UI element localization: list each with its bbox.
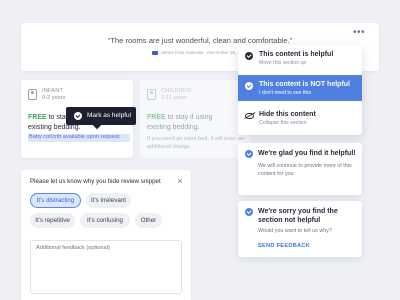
check-circle-icon bbox=[245, 208, 253, 216]
sorry-title: We're sorry you find the section not hel… bbox=[258, 208, 338, 224]
children-policy-text: FREE to stay if using existing bedding. bbox=[147, 114, 213, 131]
chip-repetitive[interactable]: It's repetitive bbox=[30, 213, 75, 228]
chip-distracting[interactable]: It's distracting bbox=[30, 193, 81, 208]
check-circle-icon bbox=[74, 112, 82, 120]
review-quote: “The rooms are just wonderful, clean and… bbox=[107, 36, 293, 45]
chip-irrelevant[interactable]: It's irrelevant bbox=[86, 193, 131, 208]
glad-title: We're glad you find it helpful! bbox=[258, 150, 356, 157]
menu-item-not-helpful[interactable]: This content is NOT helpful I don't need… bbox=[238, 75, 362, 101]
feedback-title: Please let us know why you hide review s… bbox=[30, 178, 161, 185]
send-feedback-button[interactable]: SEND FEEDBACK bbox=[258, 243, 310, 249]
menu-item-helpful[interactable]: This content is helpful Move this sectio… bbox=[238, 45, 362, 71]
infant-title: INFANT bbox=[42, 88, 64, 94]
helpful-confirmation-card: We're glad you find it helpful! We will … bbox=[238, 143, 362, 195]
content-options-menu: This content is helpful Move this sectio… bbox=[238, 45, 362, 135]
eye-slash-icon bbox=[245, 113, 254, 119]
infant-icon bbox=[28, 89, 37, 100]
children-policy-card: CHILDREN 3-11 years FREE to stay if usin… bbox=[140, 80, 250, 158]
child-icon bbox=[147, 89, 156, 100]
more-options-icon[interactable]: ••• bbox=[352, 28, 366, 38]
glad-body: We will continue to provide more of this… bbox=[258, 163, 352, 177]
menu-item-hide[interactable]: Hide this content Collapse this section bbox=[238, 105, 362, 131]
infant-crib-highlight[interactable]: Baby cot/crib available upon request. bbox=[28, 134, 130, 142]
children-age: 3-11 years bbox=[161, 95, 188, 101]
close-icon[interactable]: × bbox=[175, 176, 185, 186]
check-circle-icon bbox=[245, 52, 253, 60]
tooltip-label: Mark as helpful bbox=[87, 112, 132, 119]
not-helpful-confirmation-card: We're sorry you find the section not hel… bbox=[238, 201, 362, 257]
sorry-body: Would you want to tell us why? bbox=[258, 228, 332, 234]
australia-flag-icon bbox=[152, 50, 159, 55]
children-title: CHILDREN bbox=[161, 88, 192, 94]
chip-confusing[interactable]: It's confusing bbox=[80, 213, 130, 228]
infant-age: 0-2 years bbox=[42, 95, 66, 101]
mark-helpful-tooltip[interactable]: Mark as helpful bbox=[66, 107, 136, 125]
hide-feedback-panel: Please let us know why you hide review s… bbox=[21, 170, 191, 300]
children-extra-bed-note: If you need an extra bed, it will incur … bbox=[147, 136, 245, 150]
check-circle-icon bbox=[245, 150, 253, 158]
additional-feedback-input[interactable] bbox=[30, 240, 182, 294]
chip-other[interactable]: Other bbox=[135, 213, 162, 228]
check-circle-icon bbox=[245, 82, 253, 90]
